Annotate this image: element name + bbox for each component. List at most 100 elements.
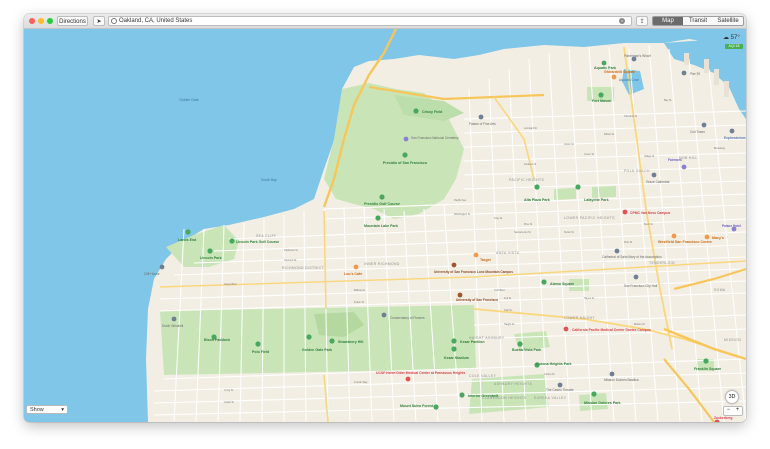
poi-usf[interactable]: University of San Francisco [456, 298, 498, 302]
poi-grace-cathedral[interactable]: Grace Cathedral [646, 180, 670, 184]
poi-palace-hotel[interactable]: Palace Hotel [722, 224, 741, 228]
tree-icon[interactable] [451, 338, 457, 344]
tree-icon[interactable] [255, 341, 261, 347]
windmill-icon[interactable] [171, 316, 177, 322]
poi-pier-39[interactable]: Pier 39 [690, 72, 700, 76]
show-dropdown[interactable]: Show ▾ [26, 405, 68, 414]
park-label-kezar-stadium[interactable]: Kezar Stadium [444, 356, 469, 360]
current-location-button[interactable]: ➤ [93, 16, 105, 26]
poi-mission-dolores-basilica[interactable]: Mission Dolores Basilica [604, 378, 639, 382]
park-label-mount-sutro[interactable]: Mount Sutro Forest [400, 404, 434, 408]
museum-icon[interactable] [729, 128, 735, 134]
park-label-alta-plaza[interactable]: Alta Plaza Park [524, 198, 550, 202]
poi-ucsf-parnassus[interactable]: UCSF Helen Diller Medical Center at Parn… [376, 371, 465, 375]
tree-icon[interactable] [379, 194, 385, 200]
3d-button[interactable]: 3D [725, 390, 739, 404]
park-label-presidio[interactable]: Presidio of San Francisco [383, 161, 428, 165]
poi-castro-theatre[interactable]: The Castro Theatre [546, 388, 574, 392]
tree-icon[interactable] [575, 184, 581, 190]
poi-usf-lone-mountain[interactable]: University of San Francisco Lone Mountai… [434, 270, 513, 274]
park-label-golden-gate-park[interactable]: Golden Gate Park [302, 348, 332, 352]
poi-national-cemetery[interactable]: San Francisco National Cemetery [411, 136, 459, 140]
close-window-button[interactable] [29, 18, 35, 24]
landmark-icon[interactable] [681, 70, 687, 76]
poi-ghirardelli[interactable]: Ghirardelli Square [604, 70, 635, 74]
poi-palace-of-fine-arts[interactable]: Palace of Fine Arts [469, 122, 496, 126]
tree-icon[interactable] [402, 152, 408, 158]
tree-icon[interactable] [329, 338, 335, 344]
poi-westfield[interactable]: Westfield San Francisco Centre [658, 240, 712, 244]
school-icon[interactable] [451, 262, 457, 268]
tree-icon[interactable] [601, 60, 607, 66]
tree-icon[interactable] [591, 391, 597, 397]
theater-icon[interactable] [557, 382, 563, 388]
tree-icon[interactable] [598, 92, 604, 98]
map-canvas[interactable]: Golden Gate South Bay Aquatic Cove Criss… [24, 29, 746, 422]
poi-coit-tower[interactable]: Coit Tower [690, 130, 706, 134]
poi-cpmc-davies[interactable]: California Pacific Medical Center Davies… [572, 328, 651, 332]
park-label-lincoln-golf[interactable]: Lincoln Park Golf Course [236, 240, 279, 244]
poi-dutch-windmill[interactable]: Dutch Windmill [162, 324, 184, 328]
park-label-lands-end[interactable]: Lands End [178, 238, 196, 242]
directions-button[interactable]: Directions [57, 16, 88, 26]
zoom-window-button[interactable] [47, 18, 53, 24]
tree-icon[interactable] [306, 334, 312, 340]
hospital-icon[interactable] [563, 326, 569, 332]
park-label-mission-dolores[interactable]: Mission Dolores Park [584, 401, 621, 405]
landmark-icon[interactable] [403, 136, 409, 142]
poi-st-mary-cathedral[interactable]: Cathedral of Saint Mary of the Assumptio… [602, 255, 662, 259]
landmark-icon[interactable] [478, 114, 484, 120]
tree-icon[interactable] [451, 346, 457, 352]
shopping-icon[interactable] [671, 233, 677, 239]
poi-aquatic-park[interactable]: Aquatic Park [594, 66, 616, 70]
poi-exploratorium[interactable]: Exploratorium [724, 136, 746, 140]
poi-zuckerberg[interactable]: Zuckerberg [714, 416, 732, 420]
park-label-bison-paddock[interactable]: Bison Paddock [204, 338, 230, 342]
park-label-strawberry-hill[interactable]: Strawberry Hill [338, 340, 363, 344]
park-label-alamo-square[interactable]: Alamo Square [550, 282, 574, 286]
hospital-icon[interactable] [622, 209, 628, 215]
tree-icon[interactable] [703, 358, 709, 364]
park-label-buena-vista[interactable]: Buena Vista Park [512, 348, 541, 352]
poi-target[interactable]: Target [480, 258, 492, 262]
landmark-icon[interactable] [381, 312, 387, 318]
shopping-icon[interactable] [473, 252, 479, 258]
landmark-icon[interactable] [159, 264, 165, 270]
church-icon[interactable] [609, 371, 615, 377]
park-label-franklin-square[interactable]: Franklin Square [694, 367, 721, 371]
park-label-kezar-pavilion[interactable]: Kezar Pavilion [460, 340, 485, 344]
landmark-icon[interactable] [701, 122, 707, 128]
poi-fishermans-wharf[interactable]: Fisherman's Wharf [624, 54, 651, 58]
tree-icon[interactable] [413, 108, 419, 114]
park-label-lincoln-park[interactable]: Lincoln Park [200, 256, 222, 260]
hospital-icon[interactable] [405, 376, 411, 382]
tree-icon[interactable] [459, 392, 465, 398]
tab-map[interactable]: Map [653, 17, 683, 25]
tab-transit[interactable]: Transit [683, 17, 713, 25]
clear-search-button[interactable]: × [618, 16, 626, 26]
park-label-crissy-field[interactable]: Crissy Field [422, 110, 442, 114]
poi-lous-cafe[interactable]: Lou's Cafe [344, 272, 362, 276]
city-hall-icon[interactable] [633, 274, 639, 280]
church-icon[interactable] [651, 172, 657, 178]
tab-satellite[interactable]: Satellite [713, 17, 743, 25]
poi-macys[interactable]: Macy's [712, 236, 724, 240]
tree-icon[interactable] [541, 279, 547, 285]
park-label-presidio-golf[interactable]: Presidio Golf Course [364, 202, 400, 206]
shopping-icon[interactable] [704, 234, 710, 240]
tree-icon[interactable] [433, 404, 439, 410]
park-label-lafayette[interactable]: Lafayette Park [584, 198, 609, 202]
tree-icon[interactable] [207, 248, 213, 254]
park-label-mountain-lake[interactable]: Mountain Lake Park [364, 224, 398, 228]
search-input[interactable]: Oakland, CA, United States [108, 16, 632, 26]
poi-conservatory-of-flowers[interactable]: Conservatory of Flowers [390, 316, 425, 320]
zoom-in-button[interactable]: + [733, 407, 742, 415]
school-icon[interactable] [457, 292, 463, 298]
poi-fairmont[interactable]: Fairmont [668, 158, 683, 162]
minimize-window-button[interactable] [38, 18, 44, 24]
tree-icon[interactable] [517, 341, 523, 347]
shopping-icon[interactable] [611, 74, 617, 80]
cafe-icon[interactable] [353, 264, 359, 270]
church-icon[interactable] [614, 248, 620, 254]
zoom-out-button[interactable]: − [724, 407, 733, 415]
